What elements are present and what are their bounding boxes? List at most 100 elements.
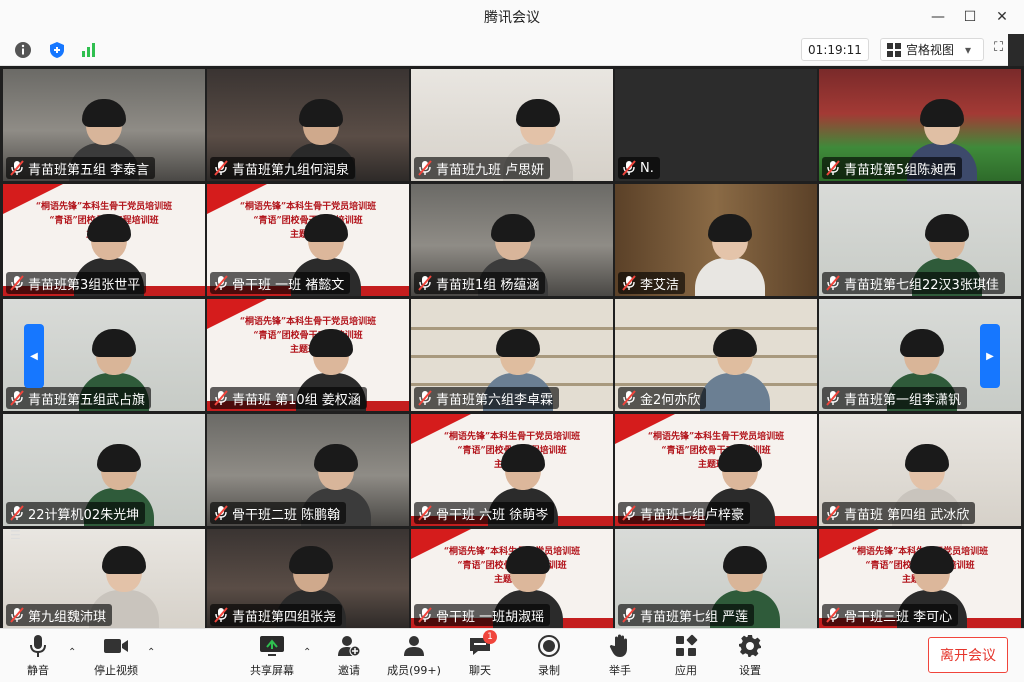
participant-tile[interactable]: “桐语先锋”本科生骨干党员培训班 “青语”团校骨干工程培训班 主题班会 青苗班 第10… [207,299,409,411]
muted-microphone-icon [10,390,24,406]
participant-name: 青苗班第3组张世平 [28,277,141,293]
participant-tile[interactable]: “桐语先锋”本科生骨干党员培训班“青语”团校骨干工程培训班主题班会骨干班三班 李… [819,529,1021,628]
participant-tile[interactable]: 青苗班第四组张尧 [207,529,409,628]
stop-video-button[interactable]: 停止视频 [86,633,146,679]
participant-name: 青苗班第四组张尧 [232,609,337,625]
muted-microphone-icon [826,607,840,623]
audio-options-caret[interactable]: ⌃ [68,647,76,658]
participant-name-tag: 青苗班第七组22汉3张琪佳 [822,272,1005,294]
participant-tile[interactable]: 青苗班第六组李卓霖 [411,299,613,411]
list-menu-icon[interactable]: ☰ [10,528,21,542]
chevron-down-icon: ▾ [965,42,972,57]
microphone-icon [25,633,51,659]
participant-tile[interactable]: 青苗班 第四组 武冰欣 [819,414,1021,526]
members-button[interactable]: 成员(99+) [384,633,444,679]
share-screen-label: 共享屏幕 [250,664,294,677]
video-grid: “桐语先锋”本科生骨干党员培训班“青语”团校骨干工程培训班主题班会骨干班三班 李… [0,66,1024,628]
add-user-icon [336,633,362,659]
participant-tile[interactable]: 骨干班二班 陈鹏翰 [207,414,409,526]
participant-tile[interactable]: 李艾洁 [615,184,817,296]
muted-microphone-icon [214,607,228,623]
video-options-caret[interactable]: ⌃ [147,647,155,658]
participant-tile[interactable]: 青苗班1组 杨蕴涵 [411,184,613,296]
muted-microphone-icon [622,275,636,291]
participant-tile[interactable]: “桐语先锋”本科生骨干党员培训班“青语”团校骨干工程培训班主题班会骨干班 六班 … [411,414,613,526]
share-screen-button[interactable]: 共享屏幕 [242,633,302,679]
participant-tile[interactable]: N. [615,69,817,181]
mute-label: 静音 [27,664,49,677]
participant-tile[interactable]: 青苗班第九组何润泉 [207,69,409,181]
participant-name: 22计算机02朱光坤 [28,507,140,523]
settings-label: 设置 [739,664,761,677]
participant-name: 第九组魏沛琪 [28,609,107,625]
participant-tile[interactable]: 青苗班九班 卢思妍 [411,69,613,181]
settings-button[interactable]: 设置 [720,633,780,679]
close-button[interactable]: ✕ [986,0,1018,34]
muted-microphone-icon [418,160,432,176]
prev-page-button[interactable]: ◀ [24,324,44,388]
participant-name-tag: 22计算机02朱光坤 [6,502,146,524]
info-icon[interactable] [12,39,34,61]
participant-tile[interactable]: 青苗班第五组 李泰言 [3,69,205,181]
minimize-button[interactable]: — [922,0,954,34]
camera-icon [103,633,129,659]
view-mode-label: 宫格视图 [906,43,955,57]
title-bar: 腾讯会议 — ☐ ✕ [0,0,1024,34]
participant-tile[interactable]: 青苗班第七组22汉3张琪佳 [819,184,1021,296]
muted-microphone-icon [826,160,840,176]
participant-name-tag: 青苗班第5组陈昶西 [822,157,963,179]
raise-hand-label: 举手 [609,664,631,677]
participant-name-tag: 青苗班第六组李卓霖 [414,387,560,409]
participant-tile[interactable]: “桐语先锋”本科生骨干党员培训班“青语”团校骨干工程培训班主题班会青苗班第3组张… [3,184,205,296]
participant-name-tag: 青苗班第九组何润泉 [210,157,356,179]
participant-tile[interactable]: 金2何亦欣 [615,299,817,411]
participant-tile[interactable]: “桐语先锋”本科生骨干党员培训班“青语”团校骨干工程培训班主题班会骨干班 一班胡… [411,529,613,628]
chat-label: 聊天 [469,664,491,677]
banner-text-line1: “桐语先锋”本科生骨干党员培训班 [35,202,173,212]
members-icon [401,633,427,659]
mute-button[interactable]: 静音 [8,633,68,679]
fullscreen-icon[interactable]: ⛶ [994,40,1003,55]
next-page-button[interactable]: ▶ [980,324,1000,388]
record-button[interactable]: 录制 [519,633,579,679]
window-controls: — ☐ ✕ [922,0,1018,34]
record-label: 录制 [538,664,560,677]
participant-tile[interactable]: “桐语先锋”本科生骨干党员培训班 “青语”团校骨干工程培训班 主题班会 青苗班七组卢梓… [615,414,817,526]
participant-name-tag: 骨干班 一班 褚懿文 [210,272,351,294]
participant-name: 青苗班九班 卢思妍 [436,162,545,178]
participant-tile[interactable]: 第九组魏沛琪 [3,529,205,628]
view-mode-dropdown[interactable]: 宫格视图 ▾ [880,38,984,61]
participant-tile[interactable]: “桐语先锋”本科生骨干党员培训班“青语”团校骨干工程培训班主题班会骨干班 一班 … [207,184,409,296]
share-screen-icon [259,633,285,659]
participant-name-tag: 金2何亦欣 [618,387,707,409]
members-label: 成员(99+) [387,664,441,677]
shield-icon[interactable] [46,39,68,61]
participant-name-tag: 青苗班九班 卢思妍 [414,157,551,179]
raise-hand-button[interactable]: 举手 [590,633,650,679]
participant-name: 骨干班二班 陈鹏翰 [232,507,341,523]
participant-name: 骨干班 一班 褚懿文 [232,277,345,293]
muted-microphone-icon [214,160,228,176]
muted-microphone-icon [826,390,840,406]
muted-microphone-icon [418,505,432,521]
participant-name: 李艾洁 [640,277,680,293]
participant-name-tag: 青苗班第3组张世平 [6,272,147,294]
muted-microphone-icon [418,390,432,406]
muted-microphone-icon [826,275,840,291]
participant-name: 青苗班第七组 严莲 [640,609,749,625]
participant-tile[interactable]: 青苗班第七组 严莲 [615,529,817,628]
apps-label: 应用 [675,664,697,677]
invite-label: 邀请 [338,664,360,677]
chat-button[interactable]: 1 聊天 [450,630,510,679]
signal-icon[interactable] [78,39,100,61]
participant-name: 青苗班第九组何润泉 [232,162,350,178]
muted-microphone-icon [418,275,432,291]
leave-meeting-button[interactable]: 离开会议 [928,637,1008,673]
participant-tile[interactable]: 青苗班第5组陈昶西 [819,69,1021,181]
apps-button[interactable]: 应用 [656,633,716,679]
share-options-caret[interactable]: ⌃ [303,647,311,658]
invite-button[interactable]: 邀请 [319,633,379,679]
maximize-button[interactable]: ☐ [954,0,986,34]
participant-tile[interactable]: 22计算机02朱光坤 [3,414,205,526]
participant-name-tag: 青苗班 第10组 姜权涵 [210,387,367,409]
